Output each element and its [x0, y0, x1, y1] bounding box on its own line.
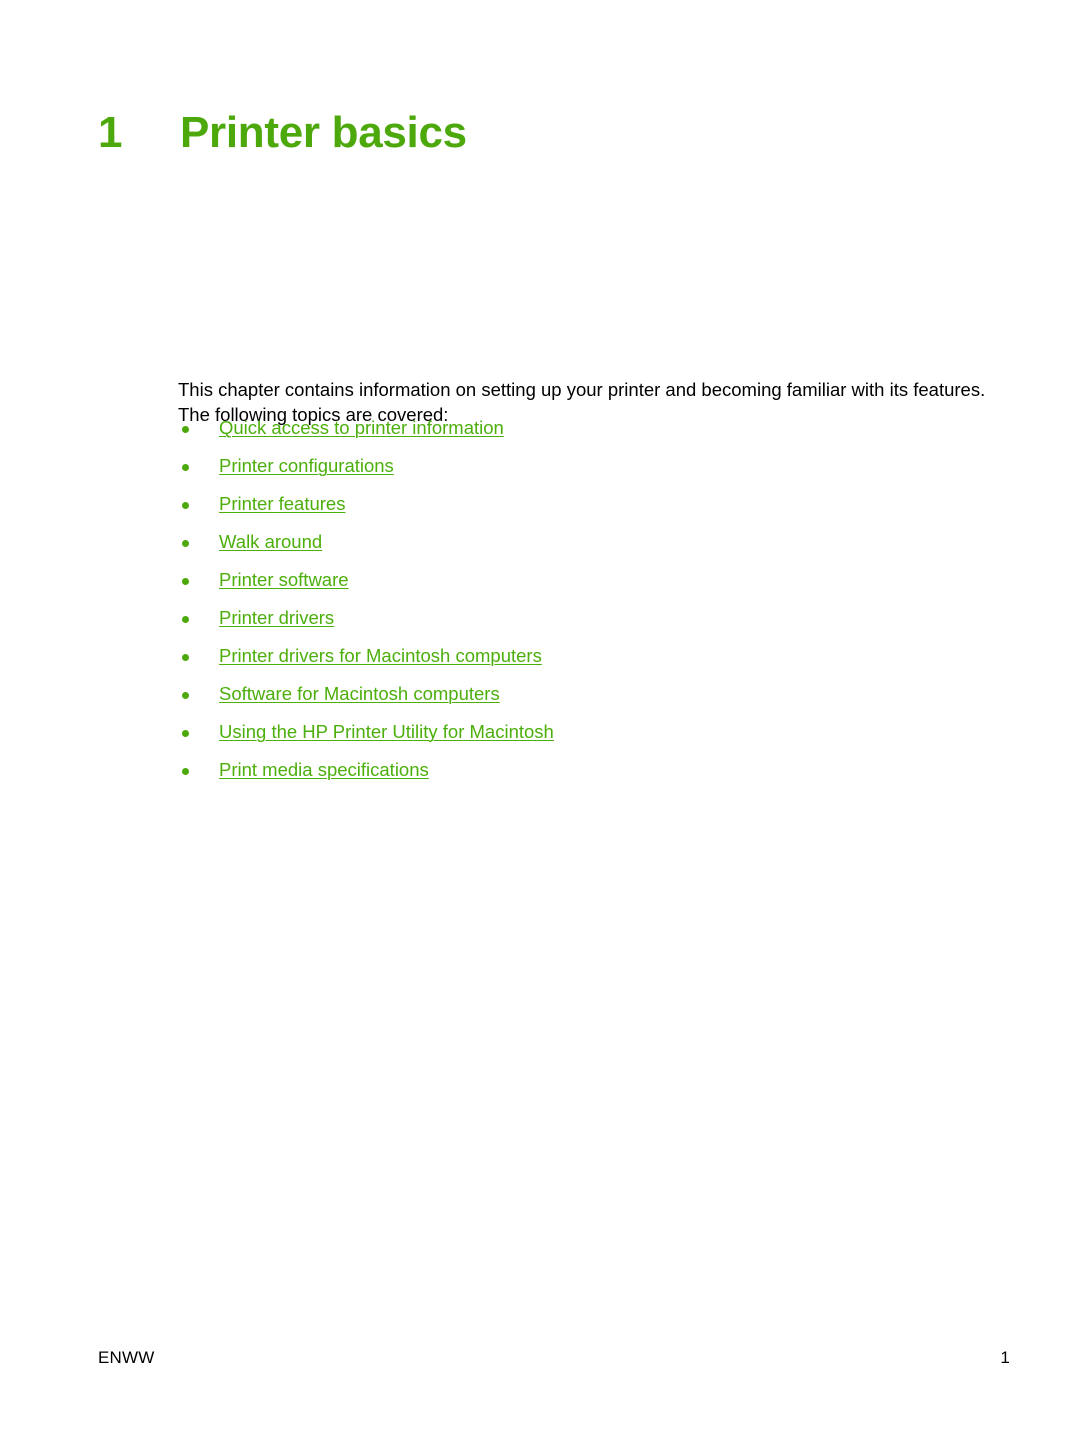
list-item[interactable]: Using the HP Printer Utility for Macinto…	[178, 721, 1008, 759]
topic-link[interactable]: Printer configurations	[219, 455, 394, 477]
footer-page-number: 1	[1000, 1348, 1010, 1367]
list-item[interactable]: Printer drivers	[178, 607, 1008, 645]
list-item[interactable]: Printer drivers for Macintosh computers	[178, 645, 1008, 683]
topic-link-list: Quick access to printer information Prin…	[178, 417, 1008, 797]
topic-link[interactable]: Print media specifications	[219, 759, 429, 781]
bullet-icon	[182, 578, 189, 585]
bullet-icon	[182, 730, 189, 737]
footer-locale-label: ENWW	[98, 1348, 155, 1367]
topic-link[interactable]: Printer software	[219, 569, 349, 591]
list-item[interactable]: Print media specifications	[178, 759, 1008, 797]
list-item[interactable]: Walk around	[178, 531, 1008, 569]
list-item[interactable]: Printer features	[178, 493, 1008, 531]
bullet-icon	[182, 692, 189, 699]
bullet-icon	[182, 540, 189, 547]
topic-link[interactable]: Printer features	[219, 493, 345, 515]
chapter-number: 1	[98, 108, 123, 157]
page-footer: ENWW 1	[98, 1348, 1010, 1368]
topic-link[interactable]: Printer drivers for Macintosh computers	[219, 645, 542, 667]
topic-link[interactable]: Printer drivers	[219, 607, 334, 629]
document-page: 1 Printer basics This chapter contains i…	[0, 0, 1080, 1437]
topic-link[interactable]: Using the HP Printer Utility for Macinto…	[219, 721, 554, 743]
bullet-icon	[182, 616, 189, 623]
bullet-icon	[182, 464, 189, 471]
page-title: 1 Printer basics	[98, 108, 467, 158]
topic-link[interactable]: Quick access to printer information	[219, 417, 504, 439]
bullet-icon	[182, 768, 189, 775]
topic-link[interactable]: Software for Macintosh computers	[219, 683, 500, 705]
chapter-title: Printer basics	[180, 108, 467, 157]
list-item[interactable]: Printer configurations	[178, 455, 1008, 493]
bullet-icon	[182, 426, 189, 433]
topic-link[interactable]: Walk around	[219, 531, 322, 553]
bullet-icon	[182, 502, 189, 509]
list-item[interactable]: Printer software	[178, 569, 1008, 607]
list-item[interactable]: Software for Macintosh computers	[178, 683, 1008, 721]
bullet-icon	[182, 654, 189, 661]
list-item[interactable]: Quick access to printer information	[178, 417, 1008, 455]
